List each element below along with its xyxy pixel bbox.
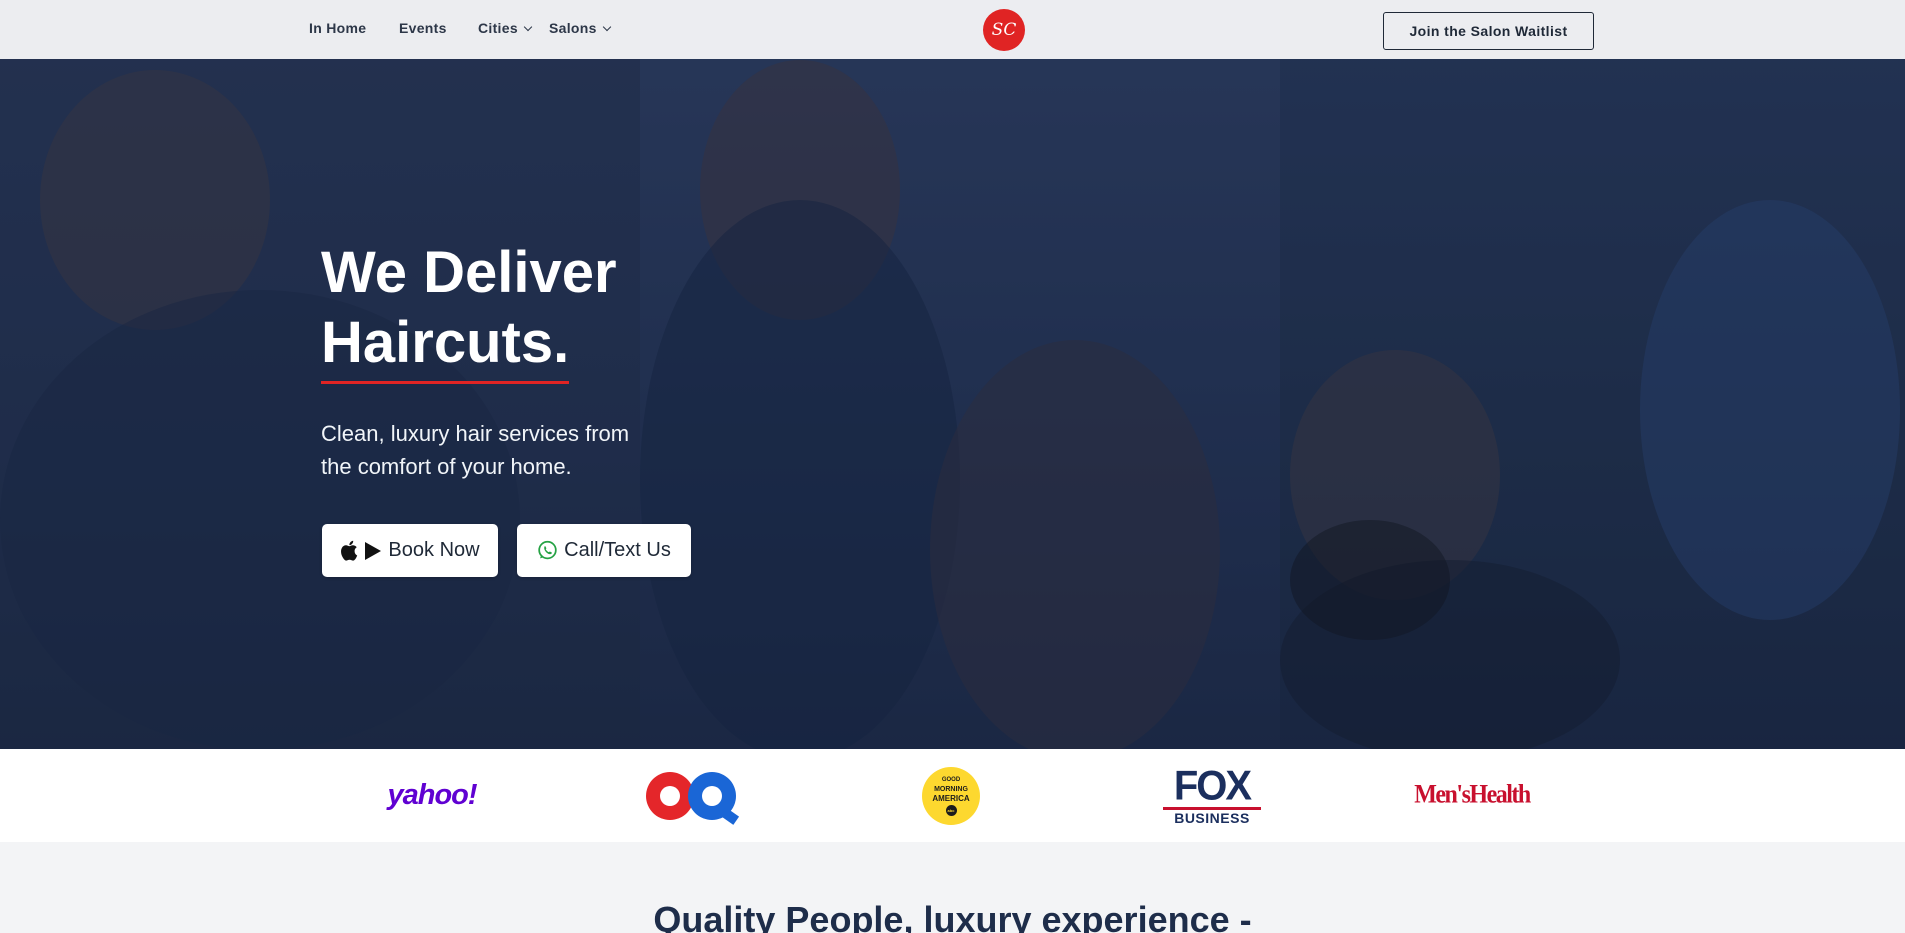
fox-logo-text: FOX (1173, 762, 1252, 810)
hero-overlay (0, 0, 1905, 749)
gma-logo-badge: GOOD MORNING AMERICA abc (922, 766, 980, 825)
nav-item-events[interactable]: Events (399, 20, 447, 36)
book-now-button[interactable]: Book Now (322, 524, 498, 577)
headline-line-2: Haircuts. (321, 308, 570, 384)
press-logos-bar: yahoo! GQ GOOD MORNING AMERICA abc FOX B… (0, 749, 1905, 842)
call-text-button[interactable]: Call/Text Us (517, 524, 691, 577)
gma-logo: GOOD MORNING AMERICA abc (922, 749, 980, 842)
brand-logo-text: SC (991, 20, 1017, 40)
book-now-label: Book Now (388, 539, 480, 561)
call-text-label: Call/Text Us (564, 539, 671, 561)
gma-logo-text: GOOD (941, 776, 961, 783)
brand-logo[interactable]: SC (983, 9, 1025, 51)
join-waitlist-button[interactable]: Join the Salon Waitlist (1383, 12, 1594, 50)
hero-section: We Deliver Haircuts. Clean, luxury hair … (0, 0, 1905, 749)
section-title: Quality People, luxury experience - (653, 899, 1252, 933)
gma-logo-text: MORNING (934, 785, 968, 793)
mens-health-logo: Men'sHealth (1414, 749, 1531, 842)
yahoo-logo: yahoo! (380, 749, 484, 842)
yahoo-logo-text: yahoo! (387, 779, 477, 811)
hero-subtitle: Clean, luxury hair services from the com… (321, 421, 630, 479)
chevron-down-icon (602, 22, 611, 31)
fox-business-logo: FOX BUSINESS (1162, 749, 1262, 842)
gma-abc-badge: abc (945, 804, 957, 816)
nav-item-label: Events (399, 20, 447, 36)
nav-item-cities[interactable]: Cities (478, 20, 533, 36)
gma-logo-text: AMERICA (932, 793, 970, 803)
quality-section: Quality People, luxury experience - (0, 842, 1905, 933)
play-store-icon (365, 541, 382, 560)
gq-logo-mark: GQ (644, 770, 740, 825)
nav-item-salons[interactable]: Salons (549, 20, 611, 36)
chevron-down-icon (523, 22, 533, 31)
nav-item-in-home[interactable]: In Home (309, 20, 366, 36)
fox-business-mark: FOX BUSINESS (1163, 762, 1261, 826)
whatsapp-icon (538, 540, 557, 560)
hero-headline: We Deliver Haircuts. (321, 238, 617, 384)
nav-item-label: In Home (309, 20, 367, 36)
top-navbar: In Home Events Cities Salons SC Join the… (0, 0, 1905, 59)
mens-health-logo-text: Men'sHealth (1414, 780, 1531, 810)
gq-logo: GQ (644, 749, 740, 842)
fox-business-subtext: BUSINESS (1174, 810, 1250, 826)
nav-item-label: Salons (549, 20, 597, 36)
nav-item-label: Cities (478, 20, 518, 36)
apple-icon (341, 540, 358, 561)
headline-line-1: We Deliver (321, 240, 617, 305)
